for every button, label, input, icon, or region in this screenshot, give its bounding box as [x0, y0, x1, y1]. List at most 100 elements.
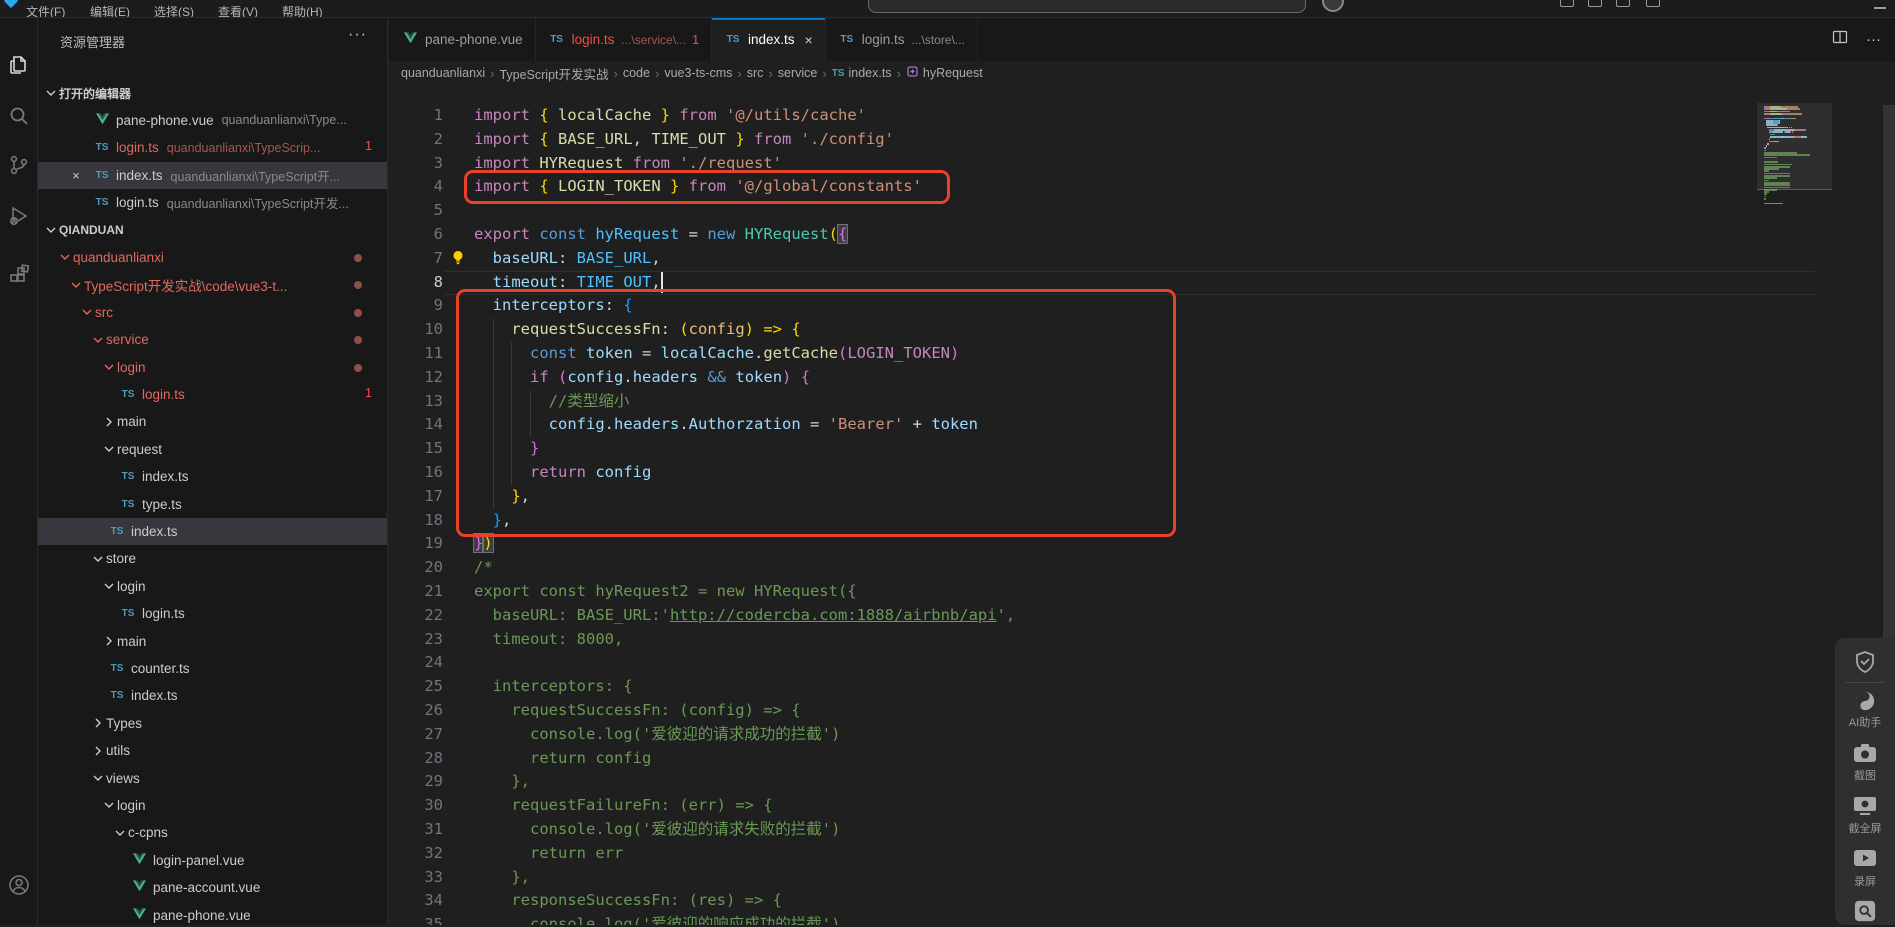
- open-editor-row[interactable]: pane-phone.vue quanduanlianxi\Type...: [38, 107, 387, 134]
- tree-item-login[interactable]: login: [38, 354, 387, 381]
- line-number: 13: [424, 391, 443, 410]
- shield-tool-icon[interactable]: [1835, 650, 1895, 679]
- menu-item[interactable]: 编辑(E): [90, 3, 130, 17]
- tree-item-Types[interactable]: Types: [38, 710, 387, 737]
- ai-tool-icon[interactable]: [1835, 690, 1895, 717]
- camera-tool-icon[interactable]: [1835, 743, 1895, 768]
- breadcrumb-item[interactable]: TypeScript开发实战: [499, 64, 608, 83]
- tree-item-service[interactable]: service: [38, 326, 387, 353]
- tab-login.ts[interactable]: TS login.ts ...\store\...: [825, 18, 978, 61]
- tree-item-main[interactable]: main: [38, 408, 387, 435]
- tab-pane-phone.vue[interactable]: pane-phone.vue: [389, 18, 536, 61]
- tree-item-quanduanlianxi[interactable]: quanduanlianxi: [38, 244, 387, 271]
- breadcrumb-item[interactable]: TS index.ts: [832, 66, 892, 80]
- line-number: 10: [424, 320, 443, 339]
- typescript-icon: TS: [121, 498, 135, 510]
- minimap-line: [1776, 202, 1784, 205]
- section-project[interactable]: QIANDUAN: [38, 217, 387, 244]
- close-icon[interactable]: ×: [805, 32, 813, 48]
- search-icon[interactable]: [7, 104, 31, 128]
- modified-dot: [354, 308, 362, 317]
- screenshot-overlay-toolbar: AI助手 截图 截全屏 录屏: [1835, 638, 1895, 925]
- open-editor-row[interactable]: × TS index.ts quanduanlianxi\TypeScript开...: [38, 161, 387, 189]
- layout-toggle-icon[interactable]: [1588, 0, 1602, 7]
- open-editor-row[interactable]: TS login.ts quanduanlianxi\TypeScript开发...: [38, 189, 387, 216]
- code-line: return config: [474, 748, 652, 767]
- typescript-icon: TS: [121, 388, 135, 400]
- section-open-editors[interactable]: 打开的编辑器: [38, 80, 387, 107]
- tree-item-index.ts[interactable]: TS index.ts: [38, 517, 387, 545]
- tool-label: 截全屏: [1848, 823, 1882, 835]
- breadcrumb-item[interactable]: quanduanlianxi: [401, 66, 485, 80]
- menu-item[interactable]: 查看(V): [218, 3, 258, 17]
- code-line: export const hyRequest2 = new HYRequest(…: [474, 582, 857, 600]
- line-number: 4: [433, 177, 443, 196]
- breadcrumb-label: service: [777, 66, 818, 80]
- record-tool-icon[interactable]: [1835, 849, 1895, 872]
- tree-item-index.ts[interactable]: TS index.ts: [38, 463, 387, 490]
- explorer-icon[interactable]: [7, 53, 31, 77]
- tree-item-counter.ts[interactable]: TS counter.ts: [38, 655, 387, 682]
- tree-item-src[interactable]: src: [38, 299, 387, 326]
- tree-item-request[interactable]: request: [38, 436, 387, 463]
- fullscreen-tool-icon[interactable]: [1835, 796, 1895, 821]
- breadcrumb-label: hyRequest: [922, 66, 983, 80]
- chevron-right-icon: [90, 743, 106, 759]
- tree-item-login-panel.vue[interactable]: login-panel.vue: [38, 847, 387, 874]
- file-name: index.ts: [142, 469, 189, 485]
- sync-icon[interactable]: [1322, 0, 1344, 12]
- menu-item[interactable]: 选择(S): [154, 3, 194, 17]
- breadcrumb-item[interactable]: vue3-ts-cms: [664, 66, 732, 80]
- layout-toggle-icon[interactable]: [1646, 0, 1660, 7]
- source-control-icon[interactable]: [7, 153, 31, 177]
- tree-item-c-cpns[interactable]: c-cpns: [38, 819, 387, 846]
- tree-item-pane-account.vue[interactable]: pane-account.vue: [38, 874, 387, 901]
- extensions-icon[interactable]: [7, 264, 31, 288]
- tree-item-utils[interactable]: utils: [38, 737, 387, 764]
- tree-item-login.ts[interactable]: TS login.ts: [38, 600, 387, 627]
- tree-item-login[interactable]: login: [38, 792, 387, 819]
- explorer-sidebar: 资源管理器 ··· 打开的编辑器 pane-phone.vue quanduanli…: [38, 18, 388, 925]
- tree-item-type.ts[interactable]: TS type.ts: [38, 491, 387, 518]
- split-editor-icon[interactable]: [1832, 29, 1848, 50]
- open-editor-row[interactable]: TS login.ts quanduanlianxi\TypeScrip... 1: [38, 134, 387, 161]
- tree-item-index.ts[interactable]: TS index.ts: [38, 682, 387, 709]
- menu-item[interactable]: 文件(F): [26, 3, 65, 17]
- chevron-right-icon: [101, 414, 117, 430]
- file-name: type.ts: [142, 496, 182, 512]
- tab-index.ts[interactable]: TS index.ts ×: [712, 18, 826, 61]
- tree-item-pane-phone.vue[interactable]: pane-phone.vue: [38, 902, 387, 926]
- close-icon[interactable]: ×: [68, 168, 84, 184]
- minimize-icon[interactable]: [1874, 7, 1886, 9]
- tab-path: ...\store\...: [911, 32, 965, 47]
- tree-item-login.ts[interactable]: TS login.ts 1: [38, 381, 387, 408]
- account-icon[interactable]: [7, 873, 31, 897]
- breadcrumb-item[interactable]: hyRequest: [906, 65, 983, 81]
- open-editor-path: quanduanlianxi\Type...: [221, 113, 347, 128]
- tab-login.ts[interactable]: TS login.ts ...\service\... 1: [535, 18, 713, 61]
- menu-item[interactable]: 帮助(H): [282, 3, 323, 17]
- breadcrumb-item[interactable]: code: [623, 66, 650, 80]
- tree-item-TypeScript_code_vue3-t...[interactable]: TypeScript开发实战\code\vue3-t...: [38, 271, 387, 298]
- tree-item-main[interactable]: main: [38, 628, 387, 655]
- lightbulb-icon[interactable]: [450, 250, 466, 266]
- minimap-slider[interactable]: [1757, 103, 1832, 190]
- tree-item-login[interactable]: login: [38, 573, 387, 600]
- breadcrumb-item[interactable]: service: [778, 66, 818, 80]
- tree-item-store[interactable]: store: [38, 545, 387, 572]
- sidebar-more-actions-icon[interactable]: ···: [348, 26, 367, 44]
- layout-toggle-icon[interactable]: [1616, 0, 1630, 7]
- divider: [1845, 682, 1885, 683]
- typescript-icon: TS: [550, 34, 563, 45]
- command-center-searchbox[interactable]: [868, 0, 1306, 13]
- title-bar: 文件(F) 编辑(E) 选择(S) 查看(V) 帮助(H): [0, 0, 1895, 18]
- tree-item-views[interactable]: views: [38, 765, 387, 792]
- line-number: 22: [424, 605, 443, 624]
- layout-toggle-icon[interactable]: [1560, 0, 1574, 7]
- more-actions-icon[interactable]: ···: [1866, 31, 1881, 48]
- search-tool-icon[interactable]: [1835, 900, 1895, 927]
- tab-label: index.ts: [748, 32, 795, 47]
- code-editor[interactable]: 1 import { localCache } from '@/utils/cac…: [389, 85, 1895, 925]
- run-debug-icon[interactable]: [7, 204, 31, 228]
- breadcrumb-item[interactable]: src: [747, 66, 764, 80]
